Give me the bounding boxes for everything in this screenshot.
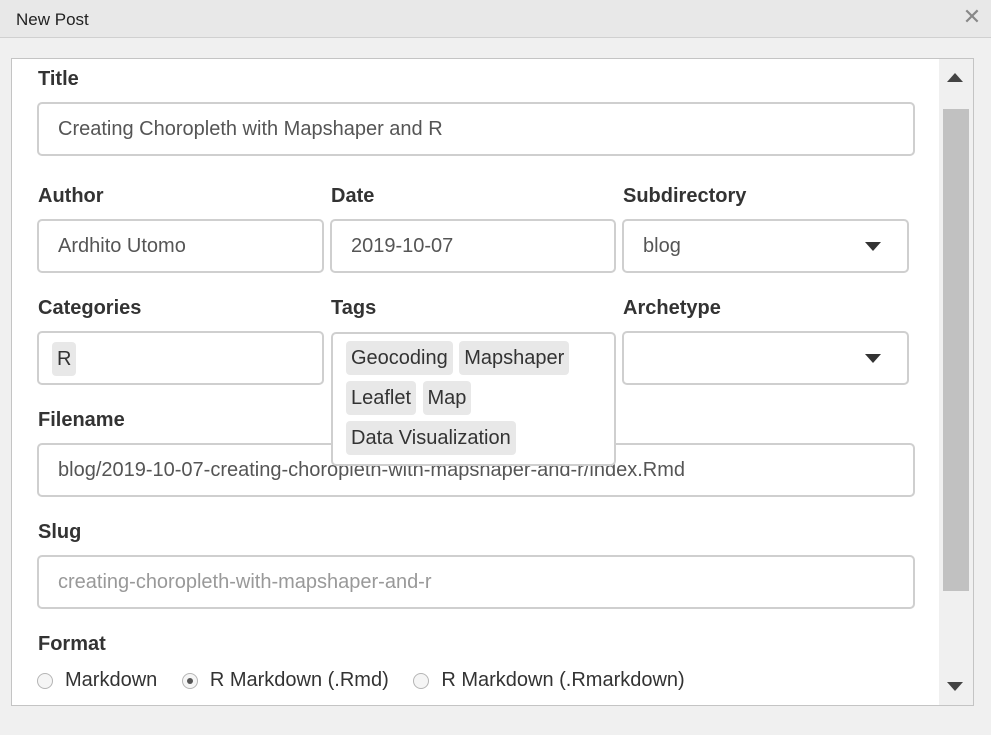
dialog-title: New Post: [16, 10, 89, 29]
scroll-down-arrow-icon[interactable]: [947, 682, 963, 691]
tags-row: Data Visualization: [346, 421, 614, 461]
radio-button[interactable]: [37, 672, 53, 689]
subdirectory-value: blog: [643, 235, 681, 257]
filename-label: Filename: [38, 409, 125, 431]
author-label: Author: [38, 185, 104, 207]
title-input[interactable]: Creating Choropleth with Mapshaper and R: [37, 102, 915, 156]
slug-input[interactable]: creating-choropleth-with-mapshaper-and-r: [37, 555, 915, 609]
format-label: Format: [38, 633, 106, 655]
tag-chip[interactable]: Geocoding: [346, 341, 453, 375]
date-label: Date: [331, 185, 375, 207]
archetype-select[interactable]: [622, 331, 909, 385]
scroll-up-arrow-icon[interactable]: [947, 73, 963, 82]
vertical-scrollbar[interactable]: [939, 59, 973, 705]
tag-chip[interactable]: Data Visualization: [346, 421, 516, 455]
tag-chip[interactable]: Mapshaper: [459, 341, 570, 375]
radio-label: Markdown: [65, 669, 158, 692]
radio-button[interactable]: [413, 672, 430, 689]
archetype-label: Archetype: [623, 297, 721, 319]
slug-label: Slug: [38, 521, 82, 543]
tags-label: Tags: [331, 297, 377, 319]
tags-row: Leaflet Map: [346, 381, 614, 421]
format-radio-group: Markdown R Markdown (.Rmd) R Markdown (.…: [37, 669, 704, 699]
scrollbar-thumb[interactable]: [943, 109, 969, 591]
categories-input[interactable]: R: [37, 331, 324, 385]
tag-chip[interactable]: Map: [422, 381, 472, 415]
title-label: Title: [38, 68, 79, 90]
categories-label: Categories: [38, 297, 142, 319]
close-icon[interactable]: ✕: [959, 4, 985, 32]
radio-button-selected[interactable]: [181, 672, 198, 689]
format-option-rmarkdown[interactable]: R Markdown (.Rmarkdown): [413, 669, 685, 692]
subdirectory-label: Subdirectory: [623, 185, 747, 207]
format-option-markdown[interactable]: Markdown: [37, 669, 157, 692]
tag-chip[interactable]: Leaflet: [346, 381, 417, 415]
radio-label: R Markdown (.Rmd): [209, 669, 389, 692]
tags-input[interactable]: Geocoding Mapshaper Leaflet Map Data Vis…: [331, 332, 616, 466]
form-content: Title Creating Choropleth with Mapshaper…: [12, 59, 940, 705]
dialog-titlebar: New Post ✕: [0, 0, 991, 38]
chevron-down-icon: [865, 242, 881, 251]
form-panel: Title Creating Choropleth with Mapshaper…: [11, 58, 974, 706]
format-option-rmd[interactable]: R Markdown (.Rmd): [181, 669, 389, 692]
tags-row: Geocoding Mapshaper: [346, 341, 614, 381]
author-input[interactable]: Ardhito Utomo: [37, 219, 324, 273]
radio-label: R Markdown (.Rmarkdown): [441, 669, 685, 692]
category-chip[interactable]: R: [52, 341, 77, 376]
subdirectory-select[interactable]: blog: [622, 219, 909, 273]
date-input[interactable]: 2019-10-07: [330, 219, 616, 273]
chevron-down-icon: [865, 354, 881, 363]
